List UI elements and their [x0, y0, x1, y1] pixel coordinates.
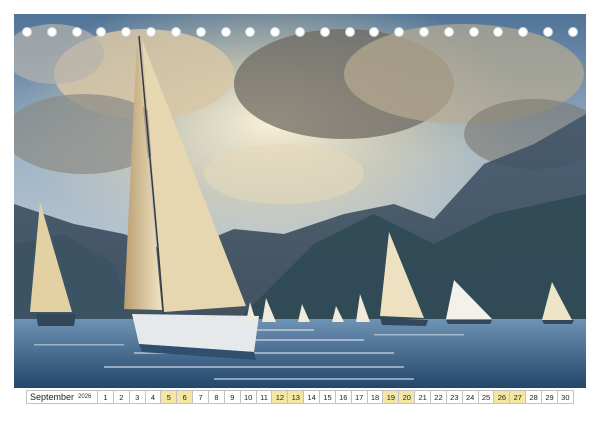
day-cell: 17: [351, 390, 368, 404]
day-cell: 27: [510, 390, 527, 404]
binding-hole: [468, 27, 479, 37]
binding-holes: [22, 25, 578, 39]
day-cell: 8: [209, 390, 225, 404]
day-cell: 25: [478, 390, 495, 404]
binding-hole: [419, 27, 429, 37]
calendar-strip: September 2026 1 2 3 4 5 6 7 8 9 10 11 12 13 14 15 16 17…: [26, 390, 574, 404]
day-cell: 26: [494, 390, 511, 404]
binding-hole: [220, 27, 231, 37]
day-cell: 24: [462, 390, 479, 404]
binding-hole: [71, 27, 82, 37]
day-cell: 21: [415, 390, 432, 404]
binding-hole: [518, 27, 529, 37]
binding-hole: [319, 27, 330, 37]
binding-hole: [46, 27, 57, 37]
day-cell: 13: [288, 390, 305, 404]
calendar-photo: [14, 14, 586, 388]
binding-hole: [443, 27, 454, 37]
sailboat-regatta-image: [14, 14, 586, 388]
day-cell: 6: [177, 390, 194, 404]
day-cell: 7: [193, 390, 210, 404]
day-cell: 14: [304, 390, 321, 404]
binding-hole: [96, 27, 107, 37]
day-cell: 15: [320, 390, 336, 404]
binding-hole: [344, 27, 355, 37]
day-cell: 3: [129, 390, 146, 404]
year-label: 2026: [78, 394, 92, 400]
day-cell: 1: [98, 390, 114, 404]
month-label-cell: September 2026: [26, 390, 98, 404]
day-cell: 23: [446, 390, 463, 404]
binding-hole: [146, 27, 157, 37]
month-name: September: [30, 392, 75, 402]
day-cell: 30: [557, 390, 574, 404]
binding-hole: [270, 27, 281, 37]
binding-hole: [493, 27, 504, 37]
day-cell: 12: [272, 390, 289, 404]
binding-hole: [195, 27, 206, 37]
day-cell: 11: [256, 390, 273, 404]
binding-hole: [543, 27, 554, 37]
binding-hole: [567, 27, 578, 37]
binding-hole: [22, 27, 32, 37]
day-cell: 4: [145, 390, 162, 404]
binding-hole: [394, 27, 405, 37]
binding-hole: [170, 27, 181, 37]
day-cell: 16: [335, 390, 352, 404]
day-cell: 9: [224, 390, 241, 404]
day-cell: 22: [431, 390, 447, 404]
binding-hole: [294, 27, 305, 37]
day-cell: 29: [542, 390, 558, 404]
day-cell: 2: [113, 390, 130, 404]
day-cell: 5: [161, 390, 178, 404]
binding-hole: [369, 27, 380, 37]
day-cell: 20: [399, 390, 416, 404]
binding-hole: [245, 27, 256, 37]
day-cell: 10: [240, 390, 257, 404]
day-cell: 18: [367, 390, 384, 404]
day-row: 1 2 3 4 5 6 7 8 9 10 11 12 13 14 15 16 17 18 19 20 21 22 23 24 2…: [98, 390, 574, 404]
day-cell: 28: [526, 390, 543, 404]
day-cell: 19: [383, 390, 400, 404]
binding-hole: [121, 27, 132, 37]
